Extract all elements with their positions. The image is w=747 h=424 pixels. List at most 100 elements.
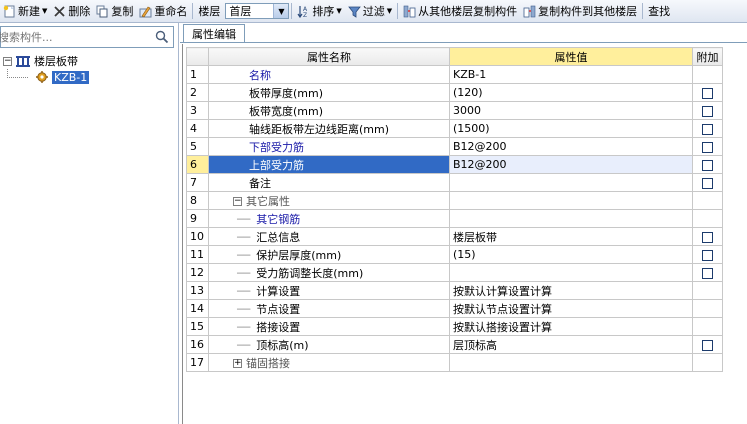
extra-checkbox[interactable] <box>702 105 713 117</box>
property-value-cell[interactable] <box>449 209 693 228</box>
property-value-cell[interactable]: 层顶标高 <box>449 335 693 354</box>
extra-checkbox[interactable] <box>702 177 713 189</box>
property-name-cell[interactable]: ── 计算设置 <box>208 281 450 300</box>
copy-button[interactable]: 复制 <box>93 1 136 21</box>
property-name-cell[interactable]: 下部受力筋 <box>208 137 450 156</box>
rename-button[interactable]: 重命名 <box>136 1 190 21</box>
property-value-cell[interactable] <box>449 191 693 210</box>
search-input[interactable] <box>0 28 146 46</box>
table-row[interactable]: 10 ── 汇总信息 楼层板带 <box>186 227 723 246</box>
property-name-cell[interactable]: ── 汇总信息 <box>208 227 450 246</box>
table-row[interactable]: 6 上部受力筋 B12@200 <box>186 155 723 174</box>
extra-checkbox[interactable] <box>702 339 713 351</box>
extra-checkbox[interactable] <box>702 267 713 279</box>
property-name-cell[interactable]: 名称 <box>208 65 450 84</box>
property-value-cell[interactable]: 楼层板带 <box>449 227 693 246</box>
extra-cell[interactable] <box>692 173 723 192</box>
property-value-cell[interactable]: (1500) <box>449 119 693 138</box>
property-value-cell[interactable]: (15) <box>449 245 693 264</box>
extra-cell[interactable] <box>692 155 723 174</box>
chevron-down-icon[interactable]: ▼ <box>273 4 289 18</box>
delete-button[interactable]: 删除 <box>50 1 93 21</box>
extra-cell[interactable] <box>692 137 723 156</box>
extra-cell[interactable] <box>692 227 723 246</box>
property-value-cell[interactable]: KZB-1 <box>449 65 693 84</box>
property-value-cell[interactable]: 3000 <box>449 101 693 120</box>
toolbar: 新建 ▼ 删除 复制 重命名 楼层 首层 ▼ AZ 排序 ▼ 过滤 ▼ 从其他楼… <box>0 0 747 23</box>
column-header-name[interactable]: 属性名称 <box>208 47 450 66</box>
property-value-cell[interactable] <box>449 353 693 372</box>
property-name-cell[interactable]: − 其它属性 <box>208 191 450 210</box>
column-header-extra[interactable]: 附加 <box>692 47 723 66</box>
tab-property-edit[interactable]: 属性编辑 <box>183 24 245 42</box>
table-row[interactable]: 9 ── 其它钢筋 <box>186 209 723 228</box>
property-name-cell[interactable]: ── 顶标高(m) <box>208 335 450 354</box>
property-name-cell[interactable]: + 锚固搭接 <box>208 353 450 372</box>
new-button[interactable]: 新建 ▼ <box>0 1 50 21</box>
property-value-cell[interactable]: 按默认计算设置计算 <box>449 281 693 300</box>
property-name: 计算设置 <box>256 284 301 298</box>
tree-item-child[interactable]: KZB-1 <box>0 69 176 85</box>
table-row[interactable]: 5 下部受力筋 B12@200 <box>186 137 723 156</box>
table-row[interactable]: 16 ── 顶标高(m) 层顶标高 <box>186 335 723 354</box>
floor-select[interactable]: 首层 ▼ <box>225 3 290 19</box>
filter-button[interactable]: 过滤 ▼ <box>345 1 395 21</box>
property-name-cell[interactable]: ── 其它钢筋 <box>208 209 450 228</box>
collapse-icon[interactable]: − <box>3 56 12 66</box>
property-name-cell[interactable]: 上部受力筋 <box>208 155 450 174</box>
extra-cell[interactable] <box>692 263 723 282</box>
query-button[interactable]: 查找 <box>645 1 673 21</box>
copy-from-other-floor-button[interactable]: 从其他楼层复制构件 <box>400 1 520 21</box>
sort-button[interactable]: AZ 排序 ▼ <box>294 1 344 21</box>
property-value-cell[interactable]: B12@200 <box>449 137 693 156</box>
property-name-cell[interactable]: ── 搭接设置 <box>208 317 450 336</box>
property-name: 锚固搭接 <box>246 356 290 370</box>
search-icon[interactable] <box>155 30 169 44</box>
column-header-value[interactable]: 属性值 <box>449 47 693 66</box>
extra-cell[interactable] <box>692 335 723 354</box>
table-row[interactable]: 12 ── 受力筋调整长度(mm) <box>186 263 723 282</box>
table-row[interactable]: 17 + 锚固搭接 <box>186 353 723 372</box>
table-row[interactable]: 4 轴线距板带左边线距离(mm) (1500) <box>186 119 723 138</box>
copy-to-other-floor-button[interactable]: 复制构件到其他楼层 <box>520 1 640 21</box>
extra-cell[interactable] <box>692 83 723 102</box>
property-value-cell[interactable]: 按默认节点设置计算 <box>449 299 693 318</box>
table-row[interactable]: 1 名称 KZB-1 <box>186 65 723 84</box>
extra-checkbox[interactable] <box>702 159 713 171</box>
table-row[interactable]: 2 板带厚度(mm) (120) <box>186 83 723 102</box>
table-row[interactable]: 13 ── 计算设置 按默认计算设置计算 <box>186 281 723 300</box>
property-name-cell[interactable]: 板带厚度(mm) <box>208 83 450 102</box>
property-value-cell[interactable] <box>449 173 693 192</box>
extra-cell <box>692 209 723 228</box>
property-value-cell[interactable]: 按默认搭接设置计算 <box>449 317 693 336</box>
collapse-icon[interactable]: − <box>233 197 242 206</box>
property-name-cell[interactable]: 轴线距板带左边线距离(mm) <box>208 119 450 138</box>
extra-cell[interactable] <box>692 119 723 138</box>
extra-cell[interactable] <box>692 245 723 264</box>
property-name-cell[interactable]: ── 保护层厚度(mm) <box>208 245 450 264</box>
table-row[interactable]: 15 ── 搭接设置 按默认搭接设置计算 <box>186 317 723 336</box>
property-name-cell[interactable]: ── 节点设置 <box>208 299 450 318</box>
extra-cell[interactable] <box>692 101 723 120</box>
property-value-cell[interactable] <box>449 263 693 282</box>
table-row[interactable]: 8− 其它属性 <box>186 191 723 210</box>
property-value-cell[interactable]: (120) <box>449 83 693 102</box>
extra-cell <box>692 317 723 336</box>
expand-icon[interactable]: + <box>233 359 242 368</box>
extra-checkbox[interactable] <box>702 87 713 99</box>
extra-checkbox[interactable] <box>702 231 713 243</box>
extra-checkbox[interactable] <box>702 123 713 135</box>
tree-item-root[interactable]: − 楼层板带 <box>0 53 176 69</box>
property-name-cell[interactable]: ── 受力筋调整长度(mm) <box>208 263 450 282</box>
row-number: 2 <box>186 83 209 102</box>
table-row[interactable]: 14 ── 节点设置 按默认节点设置计算 <box>186 299 723 318</box>
table-row[interactable]: 7 备注 <box>186 173 723 192</box>
property-name-cell[interactable]: 备注 <box>208 173 450 192</box>
extra-checkbox[interactable] <box>702 141 713 153</box>
toolbar-separator <box>642 3 644 19</box>
table-row[interactable]: 11 ── 保护层厚度(mm) (15) <box>186 245 723 264</box>
extra-checkbox[interactable] <box>702 249 713 261</box>
property-value-cell[interactable]: B12@200 <box>449 155 693 174</box>
table-row[interactable]: 3 板带宽度(mm) 3000 <box>186 101 723 120</box>
property-name-cell[interactable]: 板带宽度(mm) <box>208 101 450 120</box>
